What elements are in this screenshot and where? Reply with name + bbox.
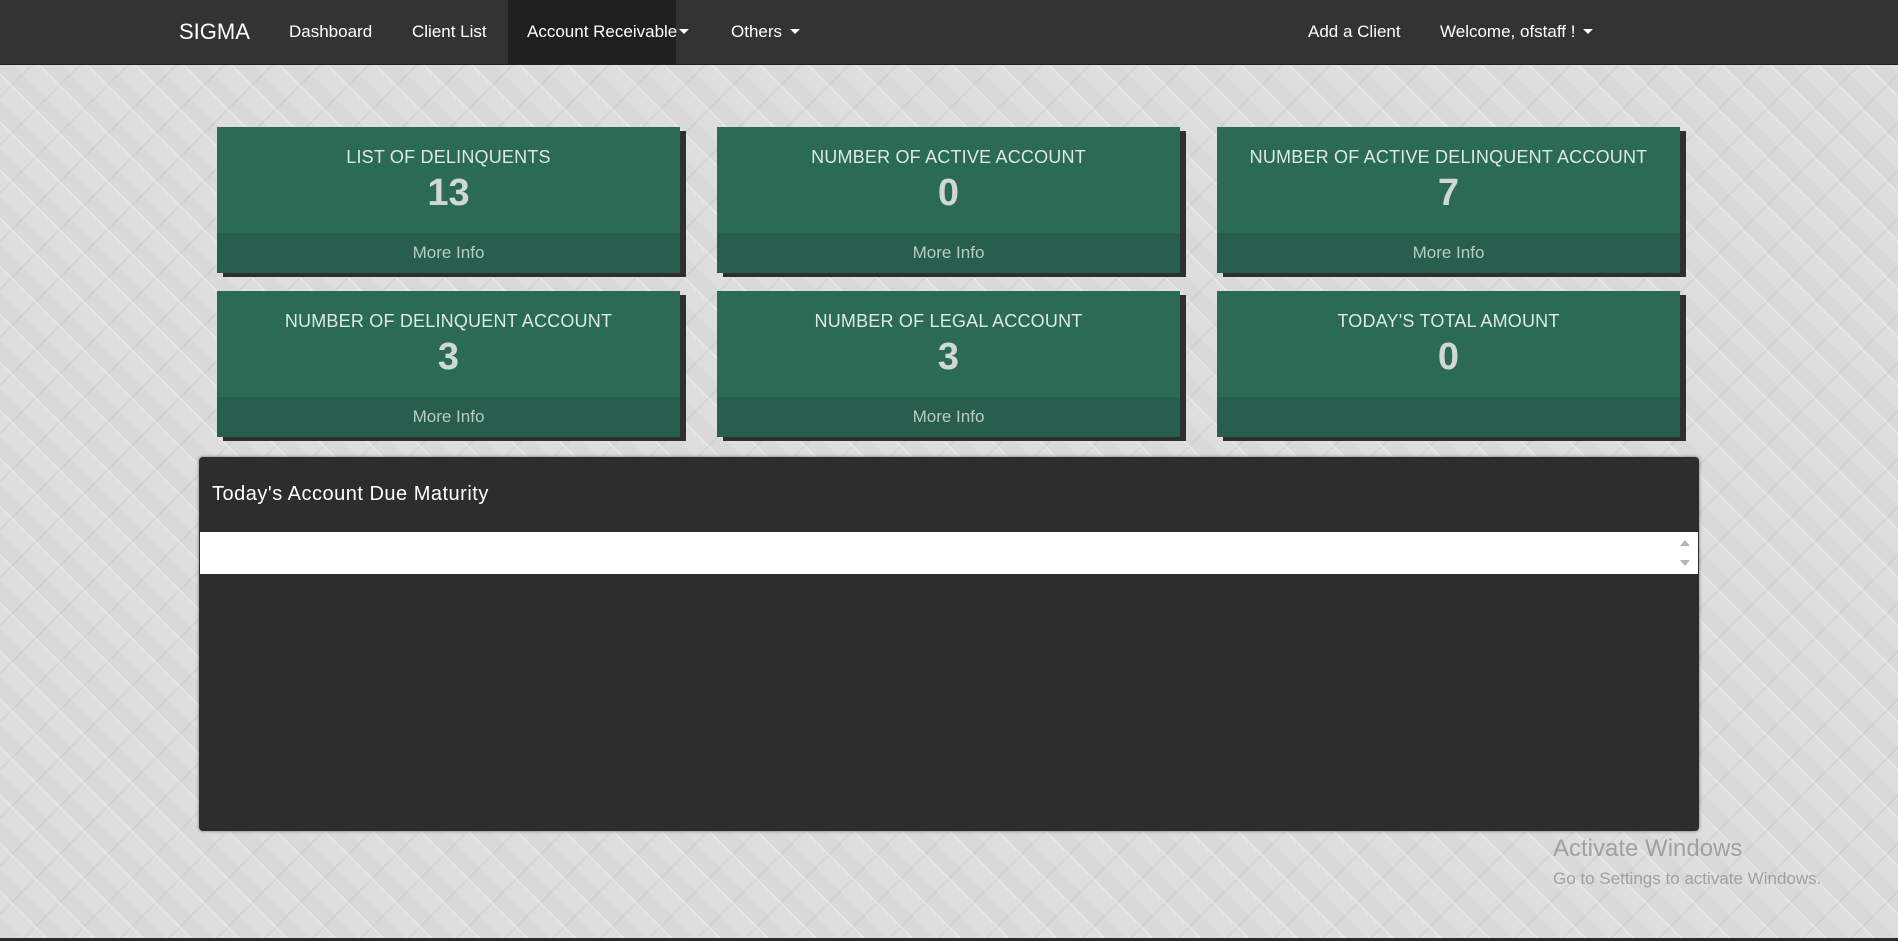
- card-value: 0: [1437, 336, 1460, 378]
- nav-client-list-label: Client List: [412, 22, 487, 41]
- card-value: 7: [1437, 172, 1460, 214]
- nav-dashboard-label: Dashboard: [289, 22, 373, 41]
- due-maturity-list[interactable]: [200, 532, 1698, 574]
- chevron-down-icon: [790, 29, 801, 35]
- more-info-link[interactable]: More Info: [217, 233, 680, 273]
- due-maturity-panel: Today's Account Due Maturity: [199, 457, 1699, 831]
- card-value: 0: [937, 172, 960, 214]
- card-title: NUMBER OF LEGAL ACCOUNT: [814, 311, 1083, 331]
- top-navbar: SIGMA Dashboard Client List Account Rece…: [0, 0, 1898, 65]
- nav-client-list[interactable]: Client List: [393, 0, 506, 64]
- activate-windows-subtitle: Go to Settings to activate Windows.: [1553, 869, 1822, 888]
- scroll-down-icon[interactable]: [1680, 560, 1690, 566]
- chevron-down-icon: [679, 29, 690, 35]
- card-active-account: NUMBER OF ACTIVE ACCOUNT 0 More Info: [717, 127, 1180, 273]
- card-value: 3: [437, 336, 460, 378]
- more-info-link[interactable]: More Info: [217, 397, 680, 437]
- more-info-link[interactable]: More Info: [1217, 233, 1680, 273]
- nav-account-receivable-label: Account Receivable: [527, 22, 678, 41]
- more-info-link[interactable]: More Info: [717, 233, 1180, 273]
- user-menu[interactable]: Welcome, ofstaff !: [1421, 0, 1612, 64]
- card-title: LIST OF DELINQUENTS: [346, 147, 551, 167]
- card-delinquent-account: NUMBER OF DELINQUENT ACCOUNT 3 More Info: [217, 291, 680, 437]
- more-info-link[interactable]: More Info: [717, 397, 1180, 437]
- card-title: NUMBER OF DELINQUENT ACCOUNT: [284, 311, 613, 331]
- scroll-up-icon[interactable]: [1680, 540, 1690, 546]
- card-legal-account: NUMBER OF LEGAL ACCOUNT 3 More Info: [717, 291, 1180, 437]
- card-todays-total-amount: TODAY'S TOTAL AMOUNT 0: [1217, 291, 1680, 437]
- card-title: TODAY'S TOTAL AMOUNT: [1337, 311, 1560, 331]
- card-value: 3: [937, 336, 960, 378]
- card-list-of-delinquents: LIST OF DELINQUENTS 13 More Info: [217, 127, 680, 273]
- card-title: NUMBER OF ACTIVE DELINQUENT ACCOUNT: [1249, 147, 1648, 167]
- card-title: NUMBER OF ACTIVE ACCOUNT: [811, 147, 1086, 167]
- activate-windows-title: Activate Windows: [1553, 835, 1743, 862]
- card-footer: [1217, 397, 1680, 437]
- nav-others-label: Others: [731, 22, 783, 41]
- nav-account-receivable[interactable]: Account Receivable: [508, 0, 690, 64]
- add-client-link[interactable]: Add a Client: [1289, 0, 1420, 64]
- nav-others[interactable]: Others: [712, 0, 819, 64]
- card-active-delinquent-account: NUMBER OF ACTIVE DELINQUENT ACCOUNT 7 Mo…: [1217, 127, 1680, 273]
- card-value: 13: [427, 172, 470, 214]
- add-client-label: Add a Client: [1308, 22, 1401, 41]
- brand-logo[interactable]: SIGMA: [179, 0, 250, 64]
- panel-title: Today's Account Due Maturity: [212, 483, 489, 505]
- chevron-down-icon: [1583, 29, 1594, 35]
- nav-dashboard[interactable]: Dashboard: [270, 0, 391, 64]
- welcome-label: Welcome, ofstaff !: [1440, 22, 1576, 41]
